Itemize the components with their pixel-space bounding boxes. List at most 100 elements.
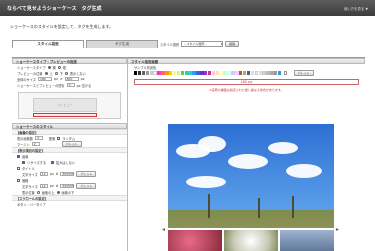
- tree: [208, 194, 210, 218]
- swatch[interactable]: [196, 71, 200, 75]
- style-select-area: スタイル選択 --スタイル選択-- ▾ 削除: [160, 41, 363, 48]
- pos-radio-above[interactable]: [36, 190, 40, 194]
- swatch[interactable]: [258, 71, 262, 75]
- height-input[interactable]: 400: [64, 76, 79, 82]
- swatch[interactable]: [200, 71, 204, 75]
- swatch[interactable]: [188, 71, 192, 75]
- title-palette-button[interactable]: パレット: [76, 171, 97, 177]
- swatch[interactable]: [262, 71, 266, 75]
- swatch-selected[interactable]: [277, 71, 282, 75]
- thumbnail-landscape[interactable]: [280, 230, 334, 251]
- swatch[interactable]: [235, 71, 239, 75]
- hash-symbol: #: [55, 184, 59, 188]
- preview-bar: [33, 113, 97, 117]
- preview-pos-radio-bottom[interactable]: [54, 71, 58, 75]
- swatch[interactable]: [223, 71, 227, 75]
- width-note: ※実際の書面は指定された幅と異なる場合があります。: [209, 88, 284, 92]
- swatch[interactable]: [211, 71, 216, 75]
- random-checkbox[interactable]: [57, 136, 61, 140]
- resize-checkbox[interactable]: [22, 160, 25, 164]
- palette-button[interactable]: パレット: [61, 141, 82, 147]
- scroll-left-icon[interactable]: ◂: [162, 226, 165, 233]
- thumbnail-flower[interactable]: [168, 230, 222, 251]
- title-color-input[interactable]: 555555: [60, 171, 75, 177]
- hash-symbol: #: [55, 172, 59, 176]
- pos-radio-below[interactable]: [56, 190, 60, 194]
- tab-bar: スタイル設定 タグ生成 スタイル選択 --スタイル選択-- ▾ 削除: [12, 40, 363, 48]
- swatch[interactable]: [137, 71, 142, 75]
- swatch[interactable]: [239, 71, 243, 75]
- width-input[interactable]: 180: [38, 76, 53, 82]
- swatch[interactable]: [250, 71, 255, 75]
- price-font-input[interactable]: 12: [39, 183, 48, 189]
- cloud: [186, 176, 226, 188]
- help-link[interactable]: 使い方を見る ▼: [344, 6, 368, 11]
- image-checkbox[interactable]: [17, 154, 20, 158]
- price-color-input[interactable]: 555555: [60, 183, 75, 189]
- swatch[interactable]: [161, 71, 165, 75]
- ruler-label: 180 px: [240, 80, 253, 84]
- swatch[interactable]: [254, 71, 258, 75]
- style-select[interactable]: --スタイル選択-- ▾: [181, 41, 224, 47]
- swatch[interactable]: [176, 71, 181, 75]
- main-panel: ショーケースタイプ・プレビューの指定 ショーケースタイプ 横 縦 プレビューの位…: [12, 57, 365, 251]
- cloud: [286, 164, 322, 178]
- times-symbol: ×: [59, 77, 63, 81]
- scroll-right-icon[interactable]: ▸: [336, 226, 339, 233]
- price-label: 価格: [22, 178, 29, 183]
- swatch[interactable]: [134, 71, 138, 75]
- tab-style-settings[interactable]: スタイル設定: [12, 40, 84, 48]
- title-font-input[interactable]: 12: [39, 171, 48, 177]
- swatch[interactable]: [141, 71, 146, 75]
- swatch[interactable]: [231, 71, 235, 75]
- swatch[interactable]: [219, 71, 223, 75]
- price-checkbox[interactable]: [17, 178, 20, 182]
- page-title: ならべて見せようショーケース タグ生成: [7, 5, 102, 12]
- count-label: 表示画像数: [17, 136, 33, 141]
- swatch[interactable]: [153, 71, 157, 75]
- swatch[interactable]: [266, 71, 270, 75]
- tab-tag-generate[interactable]: タグ生成: [86, 40, 158, 48]
- swatch[interactable]: [184, 71, 188, 75]
- type-radio-vertical[interactable]: [57, 65, 61, 69]
- title-checkbox[interactable]: [17, 166, 20, 170]
- count-input[interactable]: 3: [34, 135, 43, 141]
- swatch[interactable]: [149, 71, 153, 75]
- page: ならべて見せようショーケース タグ生成 使い方を見る ▼ ショーケースのスタイル…: [0, 0, 375, 251]
- size-label: 全体のサイズ: [17, 77, 37, 82]
- swatch[interactable]: [215, 71, 220, 75]
- swatch[interactable]: [227, 71, 231, 75]
- preview-pos-radio-top[interactable]: [44, 71, 48, 75]
- gap-label: ショーケースとプレビューの間を: [17, 83, 65, 88]
- chevron-down-icon: ▾: [220, 42, 223, 46]
- swatch[interactable]: [246, 71, 251, 75]
- delete-button[interactable]: 削除: [225, 41, 240, 47]
- type-radio-horizontal[interactable]: [47, 65, 51, 69]
- swatch[interactable]: [204, 71, 208, 75]
- enlarge-checkbox[interactable]: [51, 160, 55, 164]
- swatch[interactable]: [165, 71, 169, 75]
- swatch[interactable]: [157, 71, 161, 75]
- scroll-row: ボタン・バータイプ: [12, 201, 127, 207]
- swatch[interactable]: [270, 71, 274, 75]
- preview-pos-radio-none[interactable]: [64, 71, 68, 75]
- swatch[interactable]: [172, 71, 177, 75]
- swatch[interactable]: [274, 71, 278, 75]
- swatch[interactable]: [180, 71, 185, 75]
- preview-pos-label: プレビューの位置: [17, 71, 43, 76]
- height-unit: px: [80, 77, 85, 81]
- gap-input[interactable]: 0: [66, 82, 75, 88]
- swatch[interactable]: [207, 71, 212, 75]
- color-preview: [283, 71, 288, 75]
- swatch[interactable]: [169, 71, 173, 75]
- swatch[interactable]: [192, 71, 196, 75]
- tree: [292, 196, 294, 218]
- thumbnail-blossom[interactable]: [224, 230, 278, 251]
- swatch[interactable]: [242, 71, 247, 75]
- margin-input[interactable]: 2: [31, 141, 40, 147]
- price-font-label: 文字サイズ: [22, 184, 38, 189]
- showcase-preview: [168, 124, 334, 251]
- bg-palette-button[interactable]: パレット: [293, 70, 314, 76]
- swatch[interactable]: [145, 71, 150, 75]
- price-palette-button[interactable]: パレット: [76, 183, 97, 189]
